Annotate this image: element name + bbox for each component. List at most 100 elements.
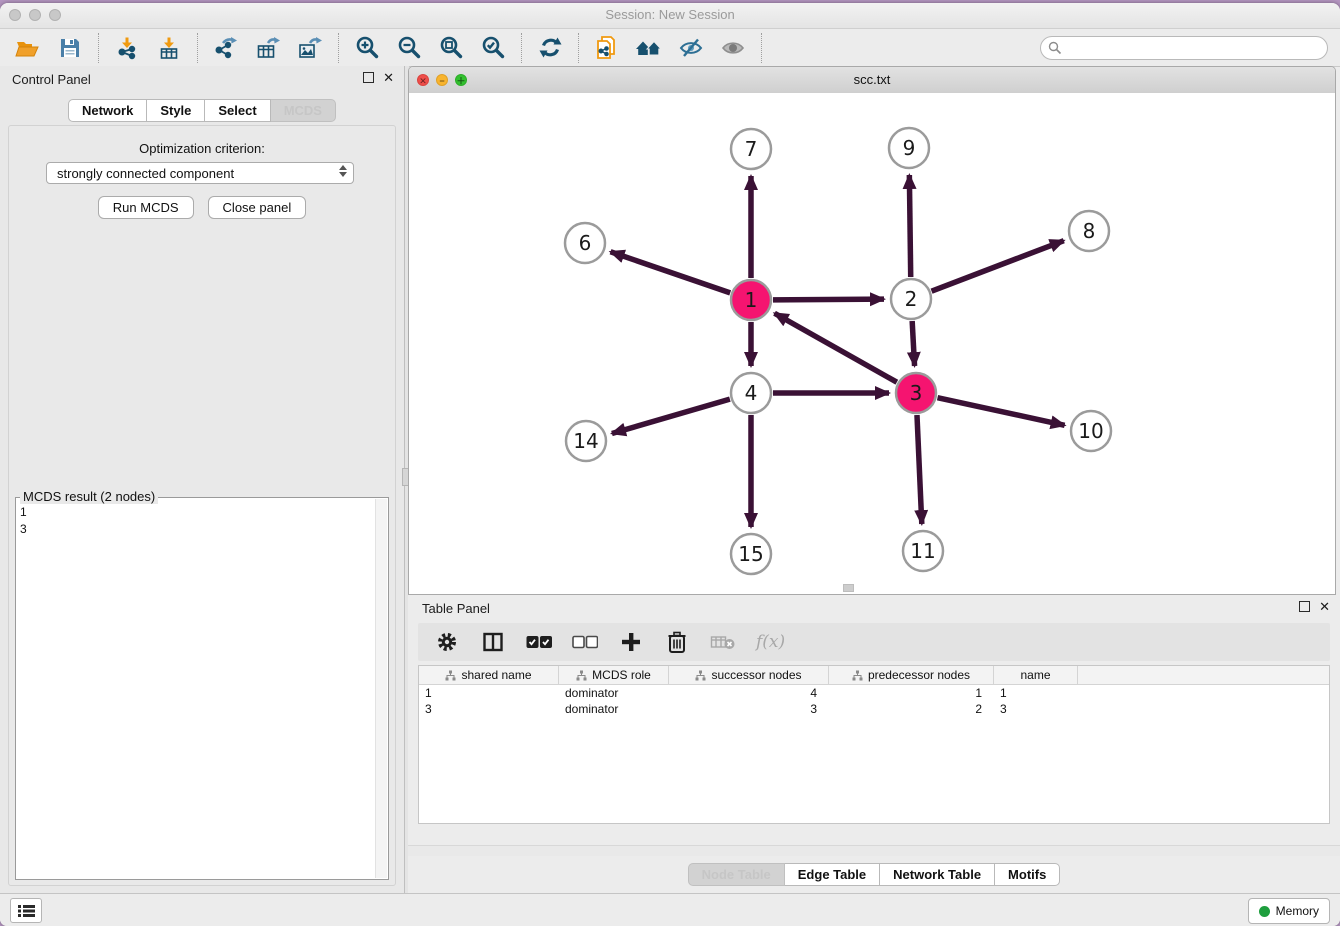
refresh-button[interactable] [534,33,566,63]
edge-1-2[interactable] [773,299,884,300]
show-column-button[interactable] [480,629,506,655]
tab-mcds[interactable]: MCDS [271,99,336,122]
delete-table-icon [710,633,736,651]
table-row[interactable]: 3dominator323 [419,701,1329,717]
edge-3-10[interactable] [937,398,1064,426]
table-tab-network-table[interactable]: Network Table [880,863,995,886]
close-panel-button[interactable]: Close panel [208,196,307,219]
search-input[interactable] [1040,36,1328,60]
table-header-row: shared nameMCDS rolesuccessor nodesprede… [419,666,1329,685]
clone-network-button[interactable] [591,33,623,63]
float-panel-icon[interactable] [363,72,374,83]
node-label-7: 7 [745,137,758,161]
column-header-shared-name[interactable]: shared name [419,666,559,684]
column-header-successor-nodes[interactable]: successor nodes [669,666,829,684]
import-table-button[interactable] [153,33,185,63]
close-table-panel-icon[interactable]: ✕ [1319,601,1330,612]
table-cell[interactable]: 2 [829,701,994,717]
control-panel: Control Panel ✕ NetworkStyleSelectMCDS O… [0,66,404,894]
delete-column-button[interactable] [664,629,690,655]
zoom-selected-icon [481,35,506,60]
table-tabs: Node TableEdge TableNetwork TableMotifs [408,863,1340,886]
table-tab-motifs[interactable]: Motifs [995,863,1060,886]
edge-3-11[interactable] [917,415,922,524]
table-cell[interactable]: 1 [829,685,994,701]
criterion-value: strongly connected component [57,166,234,181]
task-history-button[interactable] [10,898,42,923]
column-header-predecessor-nodes[interactable]: predecessor nodes [829,666,994,684]
deselect-all-button[interactable] [572,629,598,655]
hide-selected-button[interactable] [675,33,707,63]
criterion-dropdown[interactable]: strongly connected component [46,162,354,184]
edge-4-14[interactable] [612,399,730,433]
edge-3-1[interactable] [775,313,897,382]
table-cell[interactable]: dominator [559,685,669,701]
table-cell[interactable]: 1 [419,685,559,701]
tab-network[interactable]: Network [68,99,147,122]
dropdown-stepper-icon [339,165,347,177]
column-header-name[interactable]: name [994,666,1078,684]
table-cell[interactable]: 4 [669,685,829,701]
select-all-button[interactable] [526,629,552,655]
home-icon [634,36,664,60]
import-table-icon [157,36,181,60]
table-cell[interactable]: 3 [419,701,559,717]
save-session-button[interactable] [54,33,86,63]
import-network-icon [115,36,139,60]
table-tab-node-table[interactable]: Node Table [688,863,785,886]
export-network-icon [213,36,239,60]
node-label-6: 6 [579,231,592,255]
open-folder-icon [15,36,41,60]
canvas-scrollbar-thumb[interactable] [843,584,854,592]
node-label-4: 4 [745,381,758,405]
table-row[interactable]: 1dominator411 [419,685,1329,701]
close-panel-icon[interactable]: ✕ [383,72,394,83]
zoom-fit-button[interactable] [435,33,467,63]
result-scrollbar[interactable] [375,499,387,878]
network-window-titlebar[interactable]: ✕ − ＋ scc.txt [409,67,1335,94]
table-panel-title: Table Panel [422,601,490,616]
mcds-result-text[interactable]: 1 3 [20,504,374,875]
float-table-panel-icon[interactable] [1299,601,1310,612]
zoom-selected-button[interactable] [477,33,509,63]
function-builder-button[interactable]: f(x) [756,632,785,652]
edge-2-3[interactable] [912,321,914,366]
first-neighbors-button[interactable] [633,33,665,63]
export-table-button[interactable] [252,33,284,63]
table-cell[interactable]: 3 [669,701,829,717]
edge-2-9[interactable] [909,175,910,277]
column-type-icon [576,670,587,681]
tab-select[interactable]: Select [205,99,270,122]
table-cell[interactable]: 1 [994,685,1078,701]
column-header-MCDS-role[interactable]: MCDS role [559,666,669,684]
open-session-button[interactable] [12,33,44,63]
clone-network-icon [594,35,620,61]
run-mcds-button[interactable]: Run MCDS [98,196,194,219]
gear-icon [436,631,458,653]
zoom-out-button[interactable] [393,33,425,63]
node-label-9: 9 [903,136,916,160]
export-image-button[interactable] [294,33,326,63]
tab-style[interactable]: Style [147,99,205,122]
network-canvas[interactable]: 7968124314101511 [409,93,1335,594]
table-tab-edge-table[interactable]: Edge Table [785,863,880,886]
delete-table-button[interactable] [710,629,736,655]
column-type-icon [852,670,863,681]
table-cell[interactable]: dominator [559,701,669,717]
trash-icon [667,631,687,653]
show-all-button[interactable] [717,33,749,63]
zoom-in-button[interactable] [351,33,383,63]
edge-1-6[interactable] [611,252,731,293]
node-label-14: 14 [573,429,598,453]
mcds-panel: Optimization criterion: strongly connect… [8,125,396,886]
create-column-button[interactable] [618,629,644,655]
table-toolbar: f(x) [418,623,1330,661]
zoom-fit-icon [439,35,464,60]
plus-icon [621,632,641,652]
table-cell[interactable]: 3 [994,701,1078,717]
export-network-button[interactable] [210,33,242,63]
table-options-button[interactable] [434,629,460,655]
import-network-button[interactable] [111,33,143,63]
edge-2-8[interactable] [932,241,1064,292]
memory-button[interactable]: Memory [1248,898,1330,924]
